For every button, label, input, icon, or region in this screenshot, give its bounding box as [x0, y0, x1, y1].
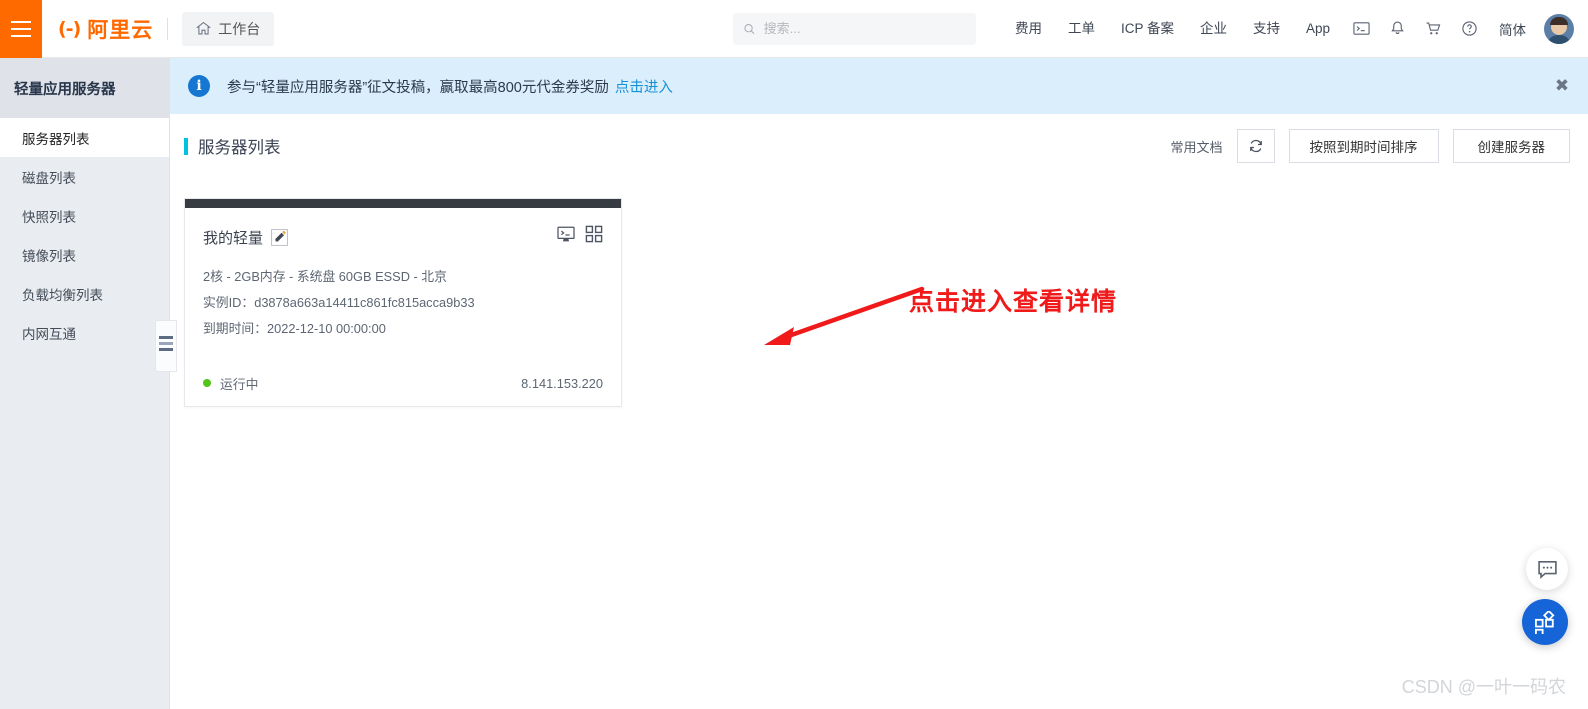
- sidebar-item-label: 镜像列表: [22, 248, 76, 264]
- search-icon: [744, 23, 755, 34]
- create-server-button[interactable]: 创建服务器: [1452, 129, 1570, 163]
- card-action-icons: [557, 225, 603, 243]
- promo-banner: i 参与“轻量应用服务器”征文投稿，赢取最高800元代金券奖励 点击进入 ✖: [170, 58, 1588, 114]
- sidebar-item-snapshot-list[interactable]: 快照列表: [0, 196, 169, 235]
- server-card[interactable]: 我的轻量 2核 - 2GB内存 - 系统盘 60GB ESSD - 北京 实例I…: [184, 198, 622, 407]
- sidebar-collapse-handle[interactable]: [155, 320, 177, 372]
- server-ip: 8.141.153.220: [521, 375, 603, 391]
- sidebar-item-image-list[interactable]: 镜像列表: [0, 235, 169, 274]
- header-nav: 费用 工单 ICP 备案 企业 支持 App: [1002, 0, 1343, 58]
- search-input[interactable]: [763, 21, 966, 36]
- expire-label: 到期时间：: [203, 321, 267, 336]
- sidebar-item-label: 服务器列表: [22, 131, 90, 147]
- cart-icon[interactable]: [1415, 0, 1451, 58]
- sidebar-item-label: 内网互通: [22, 326, 76, 342]
- server-instance-id: 实例ID：d3878a663a14411c861fc815acca9b33: [203, 290, 603, 316]
- watermark: CSDN @一叶一码农: [1401, 677, 1566, 697]
- workbench-label: 工作台: [218, 20, 261, 37]
- status-badge: 运行中: [203, 374, 258, 393]
- avatar[interactable]: [1544, 13, 1574, 44]
- sidebar-item-label: 磁盘列表: [22, 170, 76, 186]
- status-text: 运行中: [220, 376, 259, 392]
- sidebar-item-label: 负载均衡列表: [22, 287, 103, 303]
- brand-logo[interactable]: (-) 阿里云: [58, 14, 153, 44]
- bell-icon[interactable]: [1379, 0, 1415, 58]
- card-title-row: 我的轻量: [203, 224, 603, 250]
- page-header-actions: 常用文档 按照到期时间排序 创建服务器: [1170, 129, 1570, 163]
- remote-connect-icon[interactable]: [557, 225, 575, 243]
- nav-item-enterprise[interactable]: 企业: [1187, 0, 1240, 58]
- header-divider: [167, 17, 169, 40]
- main-content: i 参与“轻量应用服务器”征文投稿，赢取最高800元代金券奖励 点击进入 ✖ 服…: [170, 58, 1588, 709]
- nav-item-icp[interactable]: ICP 备案: [1108, 0, 1187, 58]
- pencil-icon[interactable]: [271, 228, 288, 246]
- sidebar-item-disk-list[interactable]: 磁盘列表: [0, 157, 169, 196]
- apps-grid-icon[interactable]: [585, 225, 603, 243]
- apps-grid-icon: [1534, 610, 1555, 634]
- nav-item-ticket[interactable]: 工单: [1055, 0, 1108, 58]
- top-header: (-) 阿里云 工作台 费用 工单 ICP 备案 企业 支持 App: [0, 0, 1588, 58]
- apps-fab-button[interactable]: [1522, 599, 1568, 645]
- nav-item-app[interactable]: App: [1293, 0, 1343, 58]
- brand-name: 阿里云: [87, 18, 154, 42]
- sidebar-title: 轻量应用服务器: [0, 58, 169, 118]
- banner-link[interactable]: 点击进入: [615, 76, 673, 97]
- hamburger-icon[interactable]: [0, 0, 42, 58]
- common-docs-link[interactable]: 常用文档: [1170, 137, 1222, 156]
- page-header: 服务器列表 常用文档 按照到期时间排序 创建服务器: [170, 114, 1588, 178]
- card-body: 我的轻量 2核 - 2GB内存 - 系统盘 60GB ESSD - 北京 实例I…: [185, 208, 621, 342]
- expire-value: 2022-12-10 00:00:00: [266, 321, 386, 336]
- page-title: 服务器列表: [184, 134, 281, 158]
- nav-item-fee[interactable]: 费用: [1002, 0, 1055, 58]
- sidebar-item-intranet[interactable]: 内网互通: [0, 313, 169, 352]
- sidebar-item-slb-list[interactable]: 负载均衡列表: [0, 274, 169, 313]
- workbench-button[interactable]: 工作台: [182, 11, 275, 46]
- home-icon: [196, 21, 212, 35]
- sidebar-item-label: 快照列表: [22, 209, 76, 225]
- page-title-text: 服务器列表: [198, 139, 281, 157]
- close-icon[interactable]: ✖: [1553, 76, 1571, 96]
- card-top-bar: [185, 199, 621, 208]
- console-page: (-) 阿里云 工作台 费用 工单 ICP 备案 企业 支持 App: [0, 0, 1588, 709]
- card-footer: 运行中 8.141.153.220: [185, 360, 621, 406]
- banner-text: 参与“轻量应用服务器”征文投稿，赢取最高800元代金券奖励: [227, 79, 609, 96]
- sidebar: 轻量应用服务器 服务器列表 磁盘列表 快照列表 镜像列表 负载均衡列表 内网互通: [0, 58, 170, 709]
- title-accent-bar: [184, 137, 188, 155]
- refresh-button[interactable]: [1236, 129, 1275, 163]
- chat-fab-button[interactable]: [1526, 548, 1568, 590]
- card-detail-lines: 2核 - 2GB内存 - 系统盘 60GB ESSD - 北京 实例ID：d38…: [203, 264, 603, 342]
- status-dot-icon: [203, 379, 211, 387]
- nav-item-support[interactable]: 支持: [1240, 0, 1293, 58]
- server-card-list: 我的轻量 2核 - 2GB内存 - 系统盘 60GB ESSD - 北京 实例I…: [170, 178, 1588, 407]
- sidebar-item-server-list[interactable]: 服务器列表: [0, 118, 169, 157]
- language-switcher[interactable]: 简体: [1487, 19, 1538, 39]
- instance-id-value: d3878a663a14411c861fc815acca9b33: [254, 295, 475, 310]
- search-box[interactable]: [732, 12, 976, 45]
- server-expire: 到期时间：2022-12-10 00:00:00: [203, 316, 603, 342]
- sort-by-expire-button[interactable]: 按照到期时间排序: [1288, 129, 1439, 163]
- info-icon: i: [188, 75, 210, 97]
- refresh-icon: [1249, 139, 1262, 153]
- brand-mark: (-): [58, 17, 81, 40]
- terminal-icon[interactable]: [1343, 0, 1379, 58]
- help-icon[interactable]: [1451, 0, 1487, 58]
- annotation-text: 点击进入查看详情: [909, 288, 1118, 316]
- server-name: 我的轻量: [203, 229, 264, 247]
- chat-bubble-icon: [1537, 560, 1557, 579]
- server-spec: 2核 - 2GB内存 - 系统盘 60GB ESSD - 北京: [203, 269, 447, 284]
- header-icon-group: 简体: [1343, 0, 1588, 58]
- instance-id-label: 实例ID：: [203, 295, 255, 310]
